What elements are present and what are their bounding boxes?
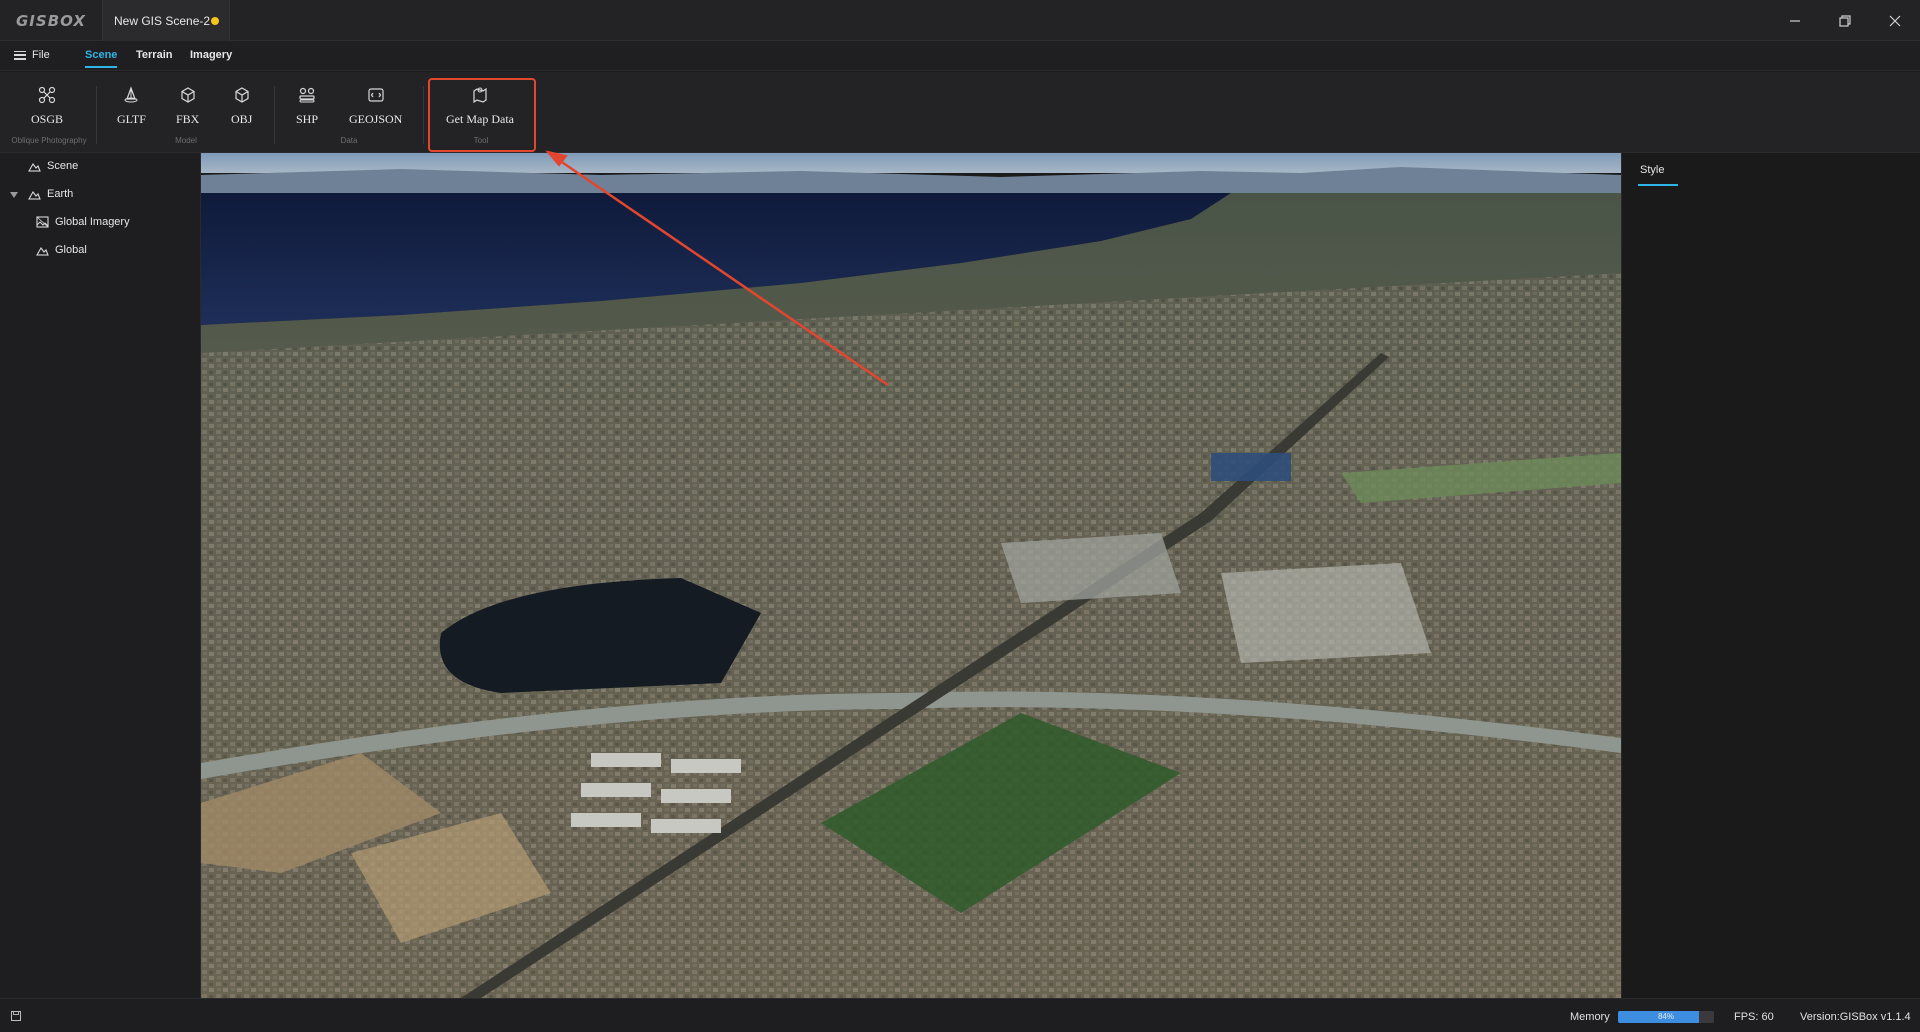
terrain-icon [36,246,49,256]
unsaved-indicator-icon [211,17,219,25]
osgb-label: OSGB [31,112,64,126]
shp-button[interactable]: SHP [296,86,318,136]
group-data: Data [340,136,358,145]
fbx-button[interactable]: FBX [176,86,199,136]
gltf-button[interactable]: GLTF [117,86,146,136]
group-oblique-photography: Oblique Photography [11,136,87,145]
geojson-button[interactable]: GEOJSON [349,86,402,136]
tree-item-global[interactable]: Global [36,244,87,256]
gltf-label: GLTF [117,112,146,126]
restore-button[interactable] [1822,0,1868,41]
drone-icon [38,86,56,104]
ribbon-divider [274,86,275,144]
document-tab-title: New GIS Scene-2 [114,14,211,28]
save-icon[interactable] [10,1010,22,1022]
obj-label: OBJ [231,112,253,126]
aerial-city-view [201,153,1621,998]
tree-item-global-imagery-label: Global Imagery [55,216,130,228]
fbx-cube-icon [181,87,195,103]
title-bar: GISBOX New GIS Scene-2 [0,0,1920,41]
tab-imagery[interactable]: Imagery [190,49,232,61]
shp-label: SHP [296,112,319,126]
obj-cube-icon [235,87,249,103]
layer-tree-panel [0,153,201,998]
terrain-icon [28,190,41,200]
obj-button[interactable]: OBJ [231,86,252,136]
menu-bar: File Scene Terrain Imagery [0,41,1920,71]
hamburger-menu-icon [14,50,26,60]
app-logo: GISBOX [16,12,86,30]
tab-scene[interactable]: Scene [85,49,118,68]
annotation-highlight-box [428,78,536,152]
tree-item-global-imagery[interactable]: Global Imagery [36,216,130,228]
expand-arrow-icon[interactable] [10,192,18,198]
shp-layers-icon [299,87,315,103]
properties-panel: Style [1621,153,1920,998]
minimize-icon [1790,19,1800,22]
ribbon-divider [423,86,424,144]
memory-usage-bar: 84% [1618,1011,1714,1023]
restore-icon [1839,14,1851,27]
ribbon-divider [96,86,97,144]
version-label: Version:GISBox v1.1.4 [1800,1011,1911,1023]
geojson-icon [368,88,384,102]
imagery-icon [36,216,49,228]
terrain-icon [28,162,41,172]
tree-item-earth-label: Earth [47,188,74,200]
file-menu[interactable]: File [14,49,50,61]
memory-label: Memory [1570,1011,1610,1023]
minimize-button[interactable] [1772,0,1818,41]
close-button[interactable] [1872,0,1918,41]
ribbon-toolbar: OSGB Oblique Photography GLTF FBX OBJ Mo… [0,72,1920,153]
document-tab[interactable]: New GIS Scene-2 [102,0,230,41]
memory-usage-text: 84% [1657,1012,1674,1021]
file-menu-label: File [32,49,50,61]
group-model: Model [175,136,197,145]
fbx-label: FBX [176,112,200,126]
tree-item-global-label: Global [55,244,87,256]
status-bar: Memory 84% FPS: 60 Version:GISBox v1.1.4 [0,998,1920,1032]
geojson-label: GEOJSON [349,112,403,126]
close-icon [1889,15,1901,26]
3d-map-viewport[interactable] [201,153,1621,998]
gltf-model-icon [124,86,138,103]
tab-terrain[interactable]: Terrain [136,49,172,61]
tree-item-earth[interactable]: Earth [28,188,73,200]
tree-item-scene-label: Scene [47,160,79,172]
tree-item-scene[interactable]: Scene [28,160,78,172]
tab-style[interactable]: Style [1637,164,1679,186]
fps-readout: FPS: 60 [1734,1011,1774,1023]
osgb-button[interactable]: OSGB [31,86,63,136]
